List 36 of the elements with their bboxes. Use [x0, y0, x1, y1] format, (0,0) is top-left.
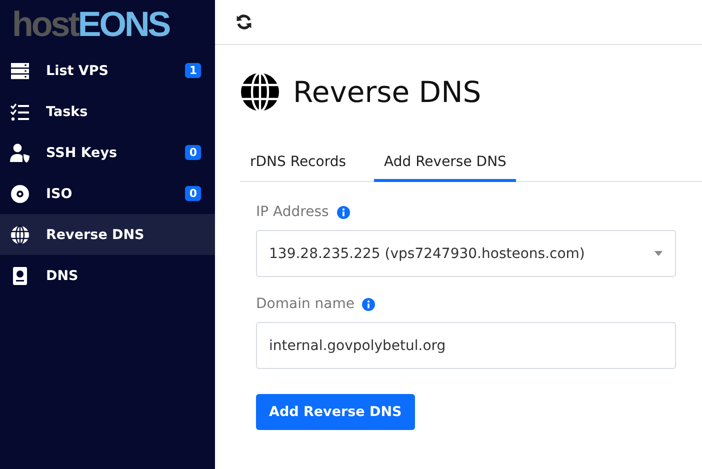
count-badge: 0 [185, 145, 201, 160]
caret-icon [654, 251, 663, 256]
nav-label: ISO [46, 186, 74, 202]
checklist-icon [10, 102, 30, 122]
tab[interactable]: Add Reverse DNS [374, 154, 516, 182]
field-label: Domain name [256, 296, 354, 312]
nav-label: Reverse DNS [46, 226, 146, 242]
nav-label: Tasks [46, 104, 89, 120]
refresh-icon[interactable] [235, 13, 253, 31]
address-book-icon [10, 266, 30, 286]
nav-label: SSH Keys [46, 144, 118, 160]
user-shield-icon [10, 142, 30, 162]
nav-label: DNS [46, 268, 80, 284]
globe-icon [10, 224, 30, 244]
logo-text: host [12, 5, 78, 45]
page-title: Reverse DNS [293, 75, 482, 109]
nav-item[interactable]: Tasks [0, 91, 215, 132]
nav-label: List VPS [46, 62, 110, 78]
count-badge: 0 [185, 186, 201, 201]
field-label: IP Address [256, 204, 329, 220]
nav-item[interactable]: Reverse DNS [0, 214, 215, 255]
count-badge: 1 [185, 63, 201, 78]
nav-item[interactable]: List VPS 1 [0, 50, 215, 91]
info-icon[interactable] [362, 298, 376, 310]
input-field[interactable]: internal.govpolybetul.org [256, 322, 676, 369]
info-icon[interactable] [336, 206, 350, 218]
nav-item[interactable]: ISO 0 [0, 173, 215, 214]
server-icon [10, 60, 30, 80]
tab[interactable]: rDNS Records [240, 154, 356, 182]
nav-item[interactable]: DNS [0, 255, 215, 296]
nav-item[interactable]: SSH Keys 0 [0, 132, 215, 173]
globe-icon [240, 72, 280, 112]
logo-text: EONS [78, 5, 170, 45]
disc-icon [10, 184, 30, 204]
submit-button[interactable]: Add Reverse DNS [256, 394, 415, 430]
select-field[interactable]: 139.28.235.225 (vps7247930.hosteons.com) [256, 230, 676, 277]
